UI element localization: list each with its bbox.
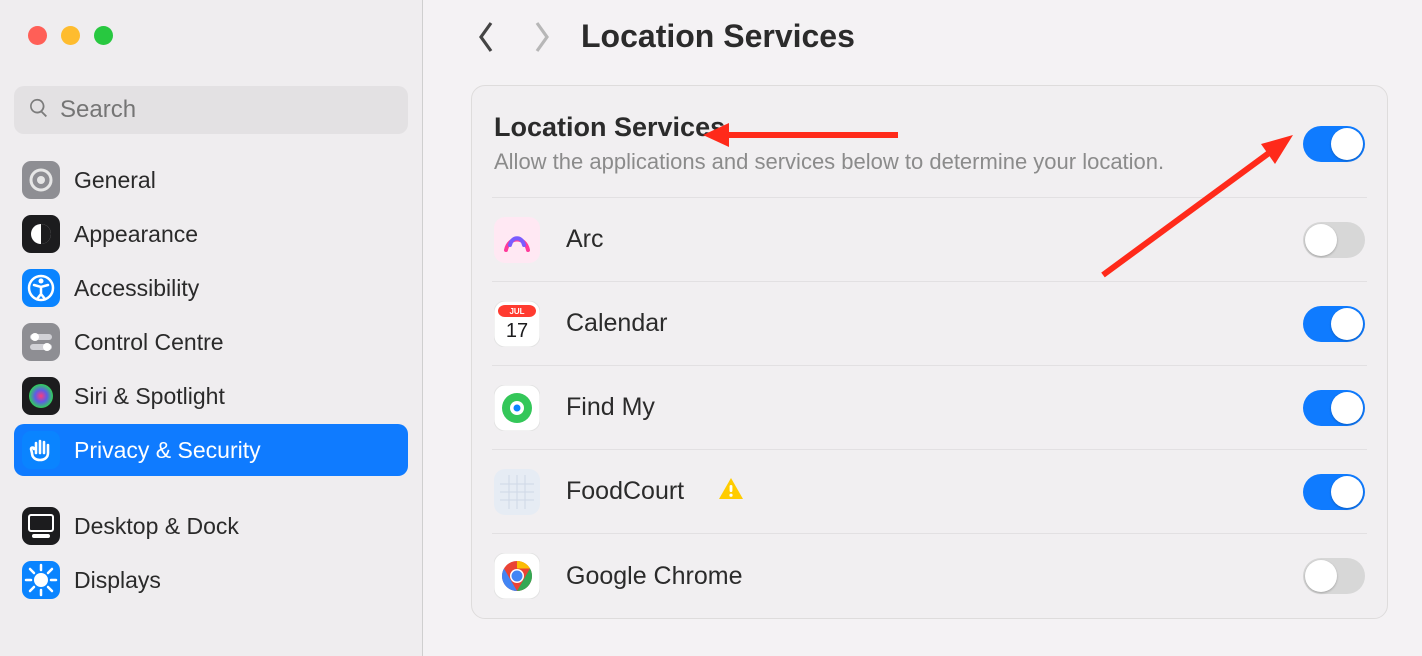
sidebar-item-desktop-dock[interactable]: Desktop & Dock bbox=[14, 500, 408, 552]
app-row-chrome: Google Chrome bbox=[492, 534, 1367, 618]
search-field[interactable] bbox=[14, 86, 408, 134]
sidebar-item-label: General bbox=[74, 167, 156, 194]
forward-button bbox=[527, 23, 555, 51]
app-name: Arc bbox=[566, 225, 604, 254]
app-row-foodcourt: FoodCourt bbox=[492, 450, 1367, 534]
app-name: Calendar bbox=[566, 309, 667, 338]
sidebar-item-label: Accessibility bbox=[74, 275, 199, 302]
sidebar-item-displays[interactable]: Displays bbox=[14, 554, 408, 606]
foodcourt-icon bbox=[494, 469, 540, 515]
sidebar: General Appearance Accessibility Control… bbox=[0, 0, 423, 656]
chrome-icon bbox=[494, 553, 540, 599]
accessibility-icon bbox=[22, 269, 60, 307]
warning-icon bbox=[718, 476, 744, 507]
app-toggle-arc[interactable] bbox=[1303, 222, 1365, 258]
back-button[interactable] bbox=[473, 23, 501, 51]
app-toggle-calendar[interactable] bbox=[1303, 306, 1365, 342]
search-icon bbox=[28, 97, 50, 124]
findmy-icon bbox=[494, 385, 540, 431]
settings-panel: Location Services Allow the applications… bbox=[471, 85, 1388, 619]
desktop-dock-icon bbox=[22, 507, 60, 545]
zoom-icon[interactable] bbox=[94, 26, 113, 45]
search-input[interactable] bbox=[60, 96, 394, 124]
minimize-icon[interactable] bbox=[61, 26, 80, 45]
app-name: Find My bbox=[566, 393, 655, 422]
app-row-arc: Arc bbox=[492, 198, 1367, 282]
svg-text:JUL: JUL bbox=[509, 307, 524, 316]
gear-icon bbox=[22, 161, 60, 199]
control-centre-icon bbox=[22, 323, 60, 361]
location-services-title: Location Services bbox=[494, 112, 1303, 143]
calendar-icon: JUL 17 bbox=[494, 301, 540, 347]
hand-icon bbox=[22, 431, 60, 469]
location-services-master-row: Location Services Allow the applications… bbox=[492, 86, 1367, 198]
siri-icon bbox=[22, 377, 60, 415]
app-toggle-chrome[interactable] bbox=[1303, 558, 1365, 594]
sidebar-item-label: Privacy & Security bbox=[74, 437, 261, 464]
app-name: FoodCourt bbox=[566, 477, 684, 506]
sidebar-item-general[interactable]: General bbox=[14, 154, 408, 206]
app-row-calendar: JUL 17 Calendar bbox=[492, 282, 1367, 366]
sidebar-item-label: Control Centre bbox=[74, 329, 224, 356]
displays-icon bbox=[22, 561, 60, 599]
sidebar-item-label: Desktop & Dock bbox=[74, 513, 239, 540]
sidebar-item-label: Siri & Spotlight bbox=[74, 383, 225, 410]
sidebar-item-label: Displays bbox=[74, 567, 161, 594]
sidebar-list: General Appearance Accessibility Control… bbox=[0, 148, 422, 612]
location-services-description: Allow the applications and services belo… bbox=[494, 149, 1303, 175]
app-row-findmy: Find My bbox=[492, 366, 1367, 450]
main-panel: Location Services Location Services Allo… bbox=[423, 0, 1422, 656]
sidebar-item-siri-spotlight[interactable]: Siri & Spotlight bbox=[14, 370, 408, 422]
titlebar: Location Services bbox=[423, 0, 1422, 65]
location-services-toggle[interactable] bbox=[1303, 126, 1365, 162]
window-controls bbox=[0, 0, 422, 70]
close-icon[interactable] bbox=[28, 26, 47, 45]
sidebar-item-privacy-security[interactable]: Privacy & Security bbox=[14, 424, 408, 476]
arc-icon bbox=[494, 217, 540, 263]
appearance-icon bbox=[22, 215, 60, 253]
page-title: Location Services bbox=[581, 18, 855, 55]
app-name: Google Chrome bbox=[566, 562, 742, 591]
svg-text:17: 17 bbox=[506, 320, 528, 342]
sidebar-item-label: Appearance bbox=[74, 221, 198, 248]
sidebar-item-accessibility[interactable]: Accessibility bbox=[14, 262, 408, 314]
app-toggle-foodcourt[interactable] bbox=[1303, 474, 1365, 510]
sidebar-item-appearance[interactable]: Appearance bbox=[14, 208, 408, 260]
app-toggle-findmy[interactable] bbox=[1303, 390, 1365, 426]
sidebar-item-control-centre[interactable]: Control Centre bbox=[14, 316, 408, 368]
